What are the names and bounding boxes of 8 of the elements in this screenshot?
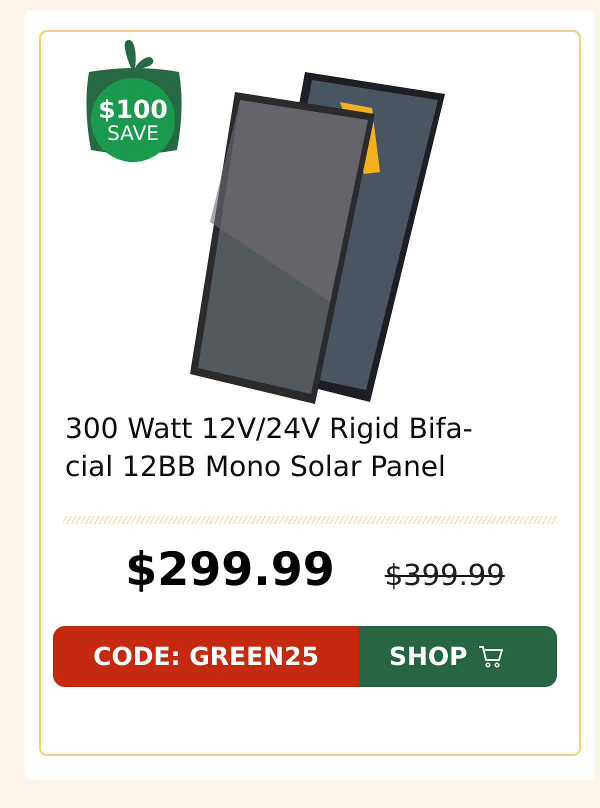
sale-price: $299.99: [125, 542, 335, 596]
shop-button[interactable]: SHOP: [359, 626, 557, 687]
promo-code: CODE: GREEN25: [53, 626, 359, 687]
discount-label: SAVE: [107, 122, 159, 144]
discount-amount: $100: [98, 96, 168, 122]
product-title: 300 Watt 12V/24V Rigid Bifa-cial 12BB Mono Solar Panel: [65, 411, 474, 485]
cart-icon: [478, 644, 504, 670]
original-price: $399.99: [384, 558, 505, 592]
